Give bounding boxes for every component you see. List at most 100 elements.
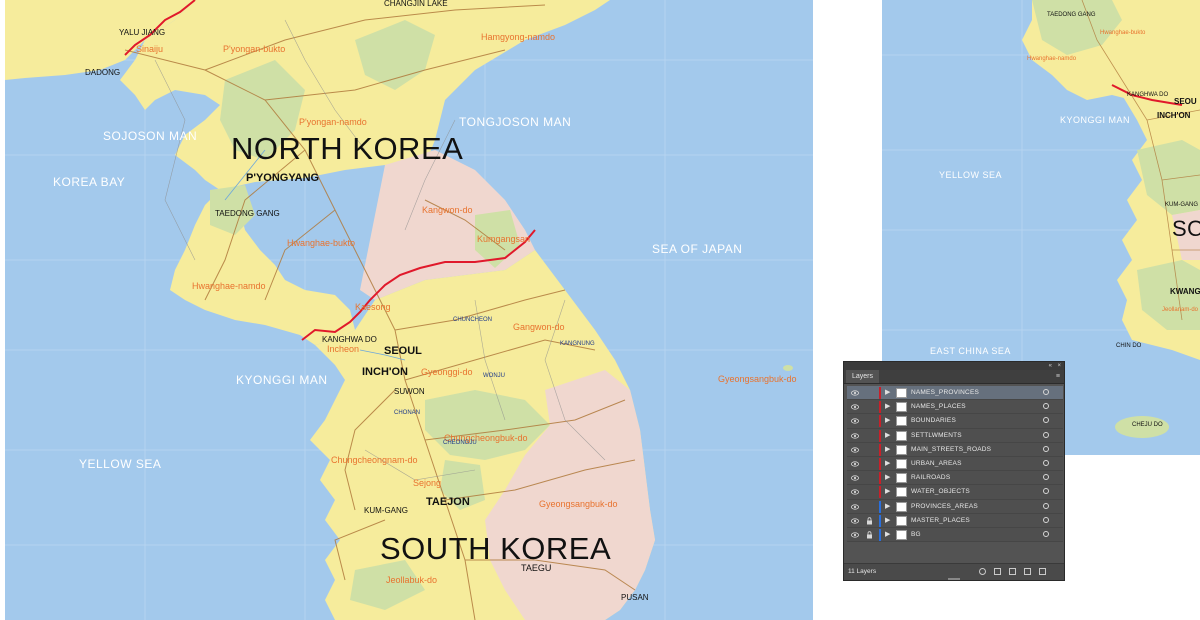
layer-target-icon[interactable]	[1043, 445, 1049, 452]
sea-label-kyonggi-man: KYONGGI MAN	[236, 373, 328, 387]
expand-triangle-icon[interactable]: ▶	[885, 389, 890, 397]
layer-row[interactable]: ▶ SETTLWMENTS	[847, 428, 1063, 443]
visibility-eye-icon[interactable]	[851, 432, 859, 440]
layer-name[interactable]: URBAN_AREAS	[911, 460, 962, 468]
expand-triangle-icon[interactable]: ▶	[885, 403, 890, 411]
visibility-eye-icon[interactable]	[851, 417, 859, 425]
town-label: TAEDONG GANG	[215, 209, 280, 218]
layer-thumbnail	[896, 501, 907, 512]
collapse-icon[interactable]: «	[1049, 362, 1052, 370]
province-label: Kangwon-do	[422, 205, 473, 215]
layer-row[interactable]: ▶ MAIN_STREETS_ROADS	[847, 442, 1063, 457]
layer-list: ▶ NAMES_PROVINCES ▶ NAMES_PLACES ▶ BOUNDARIES…	[847, 386, 1063, 543]
sea-label-yellow-sea: YELLOW SEA	[79, 457, 162, 471]
lock-icon[interactable]	[866, 517, 873, 525]
resize-grip[interactable]	[948, 578, 960, 580]
visibility-eye-icon[interactable]	[851, 446, 859, 454]
layer-row[interactable]: ▶ RAILROADS	[847, 471, 1063, 486]
layer-target-icon[interactable]	[1043, 516, 1049, 523]
visibility-eye-icon[interactable]	[851, 503, 859, 511]
province-label: Jeollabuk-do	[386, 575, 438, 585]
layer-name[interactable]: BG	[911, 531, 921, 539]
expand-triangle-icon[interactable]: ▶	[885, 503, 890, 511]
layer-color-bar	[879, 514, 881, 527]
layer-target-icon[interactable]	[1043, 417, 1049, 424]
side-sea-label-east-china-sea: EAST CHINA SEA	[930, 346, 1011, 356]
panel-menu-icon[interactable]: ≡	[1056, 372, 1060, 381]
layer-row[interactable]: ▶ URBAN_AREAS	[847, 456, 1063, 472]
expand-triangle-icon[interactable]: ▶	[885, 531, 890, 539]
new-layer-icon[interactable]	[1024, 568, 1031, 575]
layer-target-icon[interactable]	[1043, 530, 1049, 537]
layer-name[interactable]: RAILROADS	[911, 474, 950, 482]
expand-triangle-icon[interactable]: ▶	[885, 517, 890, 525]
layer-target-icon[interactable]	[1043, 403, 1049, 410]
new-sublayer-icon[interactable]	[1009, 568, 1016, 575]
layer-target-icon[interactable]	[1043, 502, 1049, 509]
side-place-label: INCH'ON	[1157, 111, 1191, 120]
layer-row[interactable]: ▶ WATER_OBJECTS	[847, 485, 1063, 500]
visibility-eye-icon[interactable]	[851, 517, 859, 525]
tab-layers[interactable]: Layers	[846, 370, 880, 383]
side-country-label: SO	[1172, 216, 1200, 241]
main-map[interactable]: NORTH KOREA SOUTH KOREA SOJOSON MAN TONG…	[5, 0, 813, 620]
province-label: Gyeongsangbuk-do	[718, 374, 797, 384]
layer-color-bar	[879, 429, 881, 442]
layer-thumbnail	[896, 388, 907, 398]
side-place-label: CHIN DO	[1116, 343, 1142, 349]
layer-name[interactable]: SETTLWMENTS	[911, 432, 962, 440]
province-label: Sejong	[413, 478, 442, 488]
province-label: Chungcheongnam-do	[331, 455, 418, 465]
layer-target-icon[interactable]	[1043, 474, 1049, 481]
layer-name[interactable]: PROVINCES_AREAS	[911, 503, 978, 511]
layer-target-icon[interactable]	[1043, 459, 1049, 466]
layer-row[interactable]: ▶ BG	[847, 527, 1063, 543]
layer-target-icon[interactable]	[1043, 389, 1049, 395]
layer-name[interactable]: NAMES_PROVINCES	[911, 389, 979, 397]
expand-triangle-icon[interactable]: ▶	[885, 417, 890, 425]
layer-target-icon[interactable]	[1043, 488, 1049, 495]
layer-target-icon[interactable]	[1043, 431, 1049, 438]
layer-row[interactable]: ▶ PROVINCES_AREAS	[847, 499, 1063, 514]
expand-triangle-icon[interactable]: ▶	[885, 460, 890, 468]
province-label: P'yongan-namdo	[299, 117, 367, 127]
layer-row[interactable]: ▶ BOUNDARIES	[847, 414, 1063, 429]
panel-titlebar[interactable]: « ×	[844, 362, 1064, 370]
expand-triangle-icon[interactable]: ▶	[885, 446, 890, 454]
layer-row[interactable]: ▶ NAMES_PLACES	[847, 400, 1063, 415]
expand-triangle-icon[interactable]: ▶	[885, 432, 890, 440]
expand-triangle-icon[interactable]: ▶	[885, 474, 890, 482]
province-label: Incheon	[327, 344, 360, 354]
layer-thumbnail	[896, 430, 907, 441]
layer-name[interactable]: NAMES_PLACES	[911, 403, 966, 411]
sea-label-korea-bay: KOREA BAY	[53, 175, 126, 189]
visibility-eye-icon[interactable]	[851, 531, 859, 539]
layer-thumbnail	[896, 458, 907, 469]
visibility-eye-icon[interactable]	[851, 460, 859, 468]
locate-object-icon[interactable]	[979, 568, 986, 575]
panel-footer: 11 Layers	[844, 563, 1064, 580]
layers-panel[interactable]: « × Layers ≡ ▶ NAMES_PROVINCES ▶ NAMES_PLAC…	[843, 361, 1065, 581]
province-label: Hwanghae-bukto	[287, 238, 356, 248]
layer-thumbnail	[896, 515, 907, 526]
expand-triangle-icon[interactable]: ▶	[885, 488, 890, 496]
panel-tabs: Layers ≡	[844, 370, 1064, 384]
visibility-eye-icon[interactable]	[851, 403, 859, 411]
layer-name[interactable]: WATER_OBJECTS	[911, 488, 970, 496]
layer-name[interactable]: BOUNDARIES	[911, 417, 956, 425]
layer-row[interactable]: ▶ NAMES_PROVINCES	[847, 386, 1063, 401]
layer-row[interactable]: ▶ MASTER_PLACES	[847, 513, 1063, 528]
make-clipping-mask-icon[interactable]	[994, 568, 1001, 575]
main-map-shapes	[5, 0, 813, 620]
delete-layer-icon[interactable]	[1039, 568, 1046, 575]
close-icon[interactable]: ×	[1057, 362, 1061, 370]
town-label: CHONAN	[394, 410, 421, 416]
visibility-eye-icon[interactable]	[851, 389, 859, 397]
layer-name[interactable]: MASTER_PLACES	[911, 517, 970, 525]
layer-name[interactable]: MAIN_STREETS_ROADS	[911, 446, 991, 454]
lock-icon[interactable]	[866, 531, 873, 539]
side-place-label: Jeollanam-do	[1162, 307, 1199, 313]
visibility-eye-icon[interactable]	[851, 474, 859, 482]
layer-color-bar	[879, 486, 881, 499]
visibility-eye-icon[interactable]	[851, 488, 859, 496]
